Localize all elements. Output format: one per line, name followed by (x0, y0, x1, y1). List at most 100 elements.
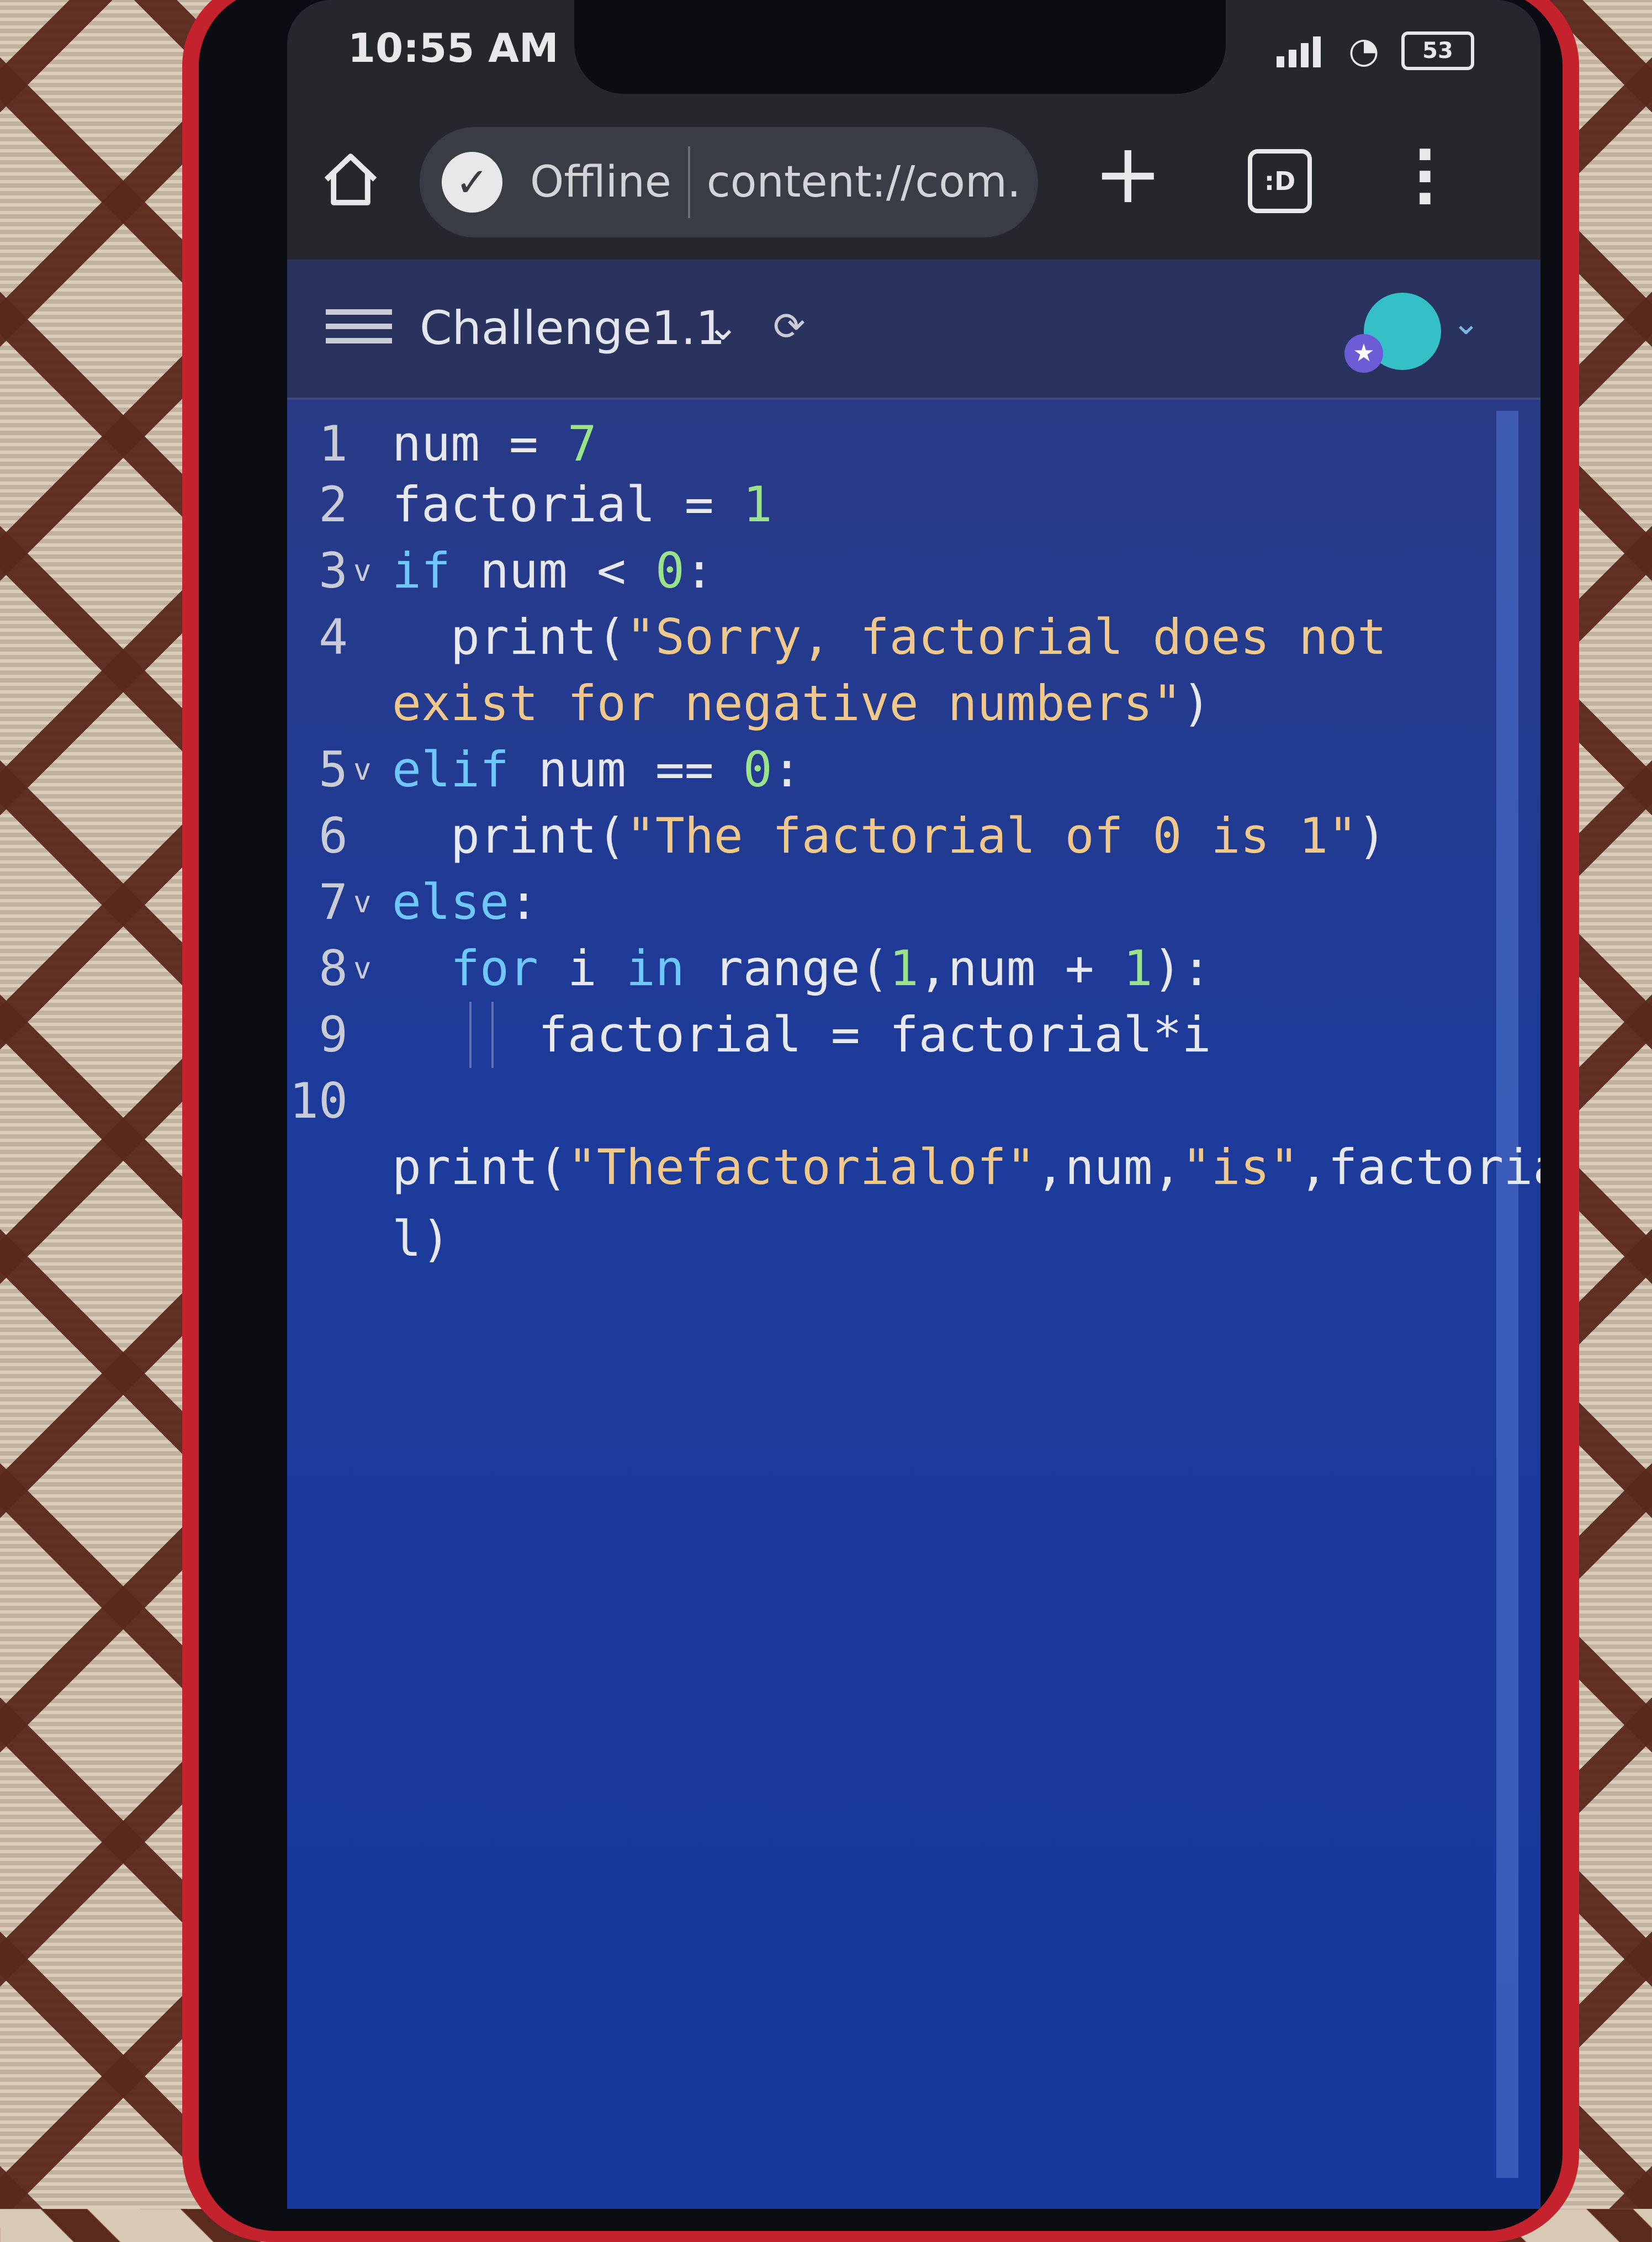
status-bar: 10:55 AM ◔ 53 (287, 0, 1540, 110)
hamburger-menu-icon[interactable] (326, 309, 392, 353)
line-number: 9 (319, 1006, 348, 1063)
code-text: print("The factorial of 0 is 1") (392, 803, 1386, 869)
code-token: = (479, 415, 568, 472)
code-text: num = 7 (392, 411, 597, 477)
code-token: , (1035, 1139, 1065, 1196)
fold-toggle-icon[interactable]: v (353, 538, 372, 604)
code-line[interactable]: 7 v else: (287, 869, 1540, 935)
code-line[interactable]: l) (287, 1206, 1540, 1272)
code-line[interactable]: 5 v elif num == 0: (287, 737, 1540, 803)
code-token: , (1299, 1139, 1328, 1196)
fold-toggle-icon[interactable]: v (353, 935, 372, 1002)
code-token: "is" (1182, 1139, 1299, 1196)
code-token: , (918, 940, 948, 997)
line-number: 10 (289, 1072, 348, 1129)
code-token: range (684, 940, 860, 997)
code-token: i (538, 940, 626, 997)
code-editor[interactable]: 1 num = 7 2 factorial = 1 3 v if num < 0: 4 pri… (287, 400, 1540, 2209)
battery-level: 53 (1422, 38, 1453, 64)
home-icon[interactable] (320, 149, 381, 210)
indent-guide (491, 1002, 494, 1068)
code-token: 1 (1123, 940, 1153, 997)
code-token: ): (1152, 940, 1211, 997)
code-line[interactable]: 2 factorial = 1 (287, 472, 1540, 538)
code-token: < (596, 542, 655, 599)
address-divider (687, 146, 690, 218)
code-token: + (1065, 940, 1124, 997)
code-token: : (509, 874, 538, 930)
code-line[interactable]: 9 factorial = factorial*i (287, 1002, 1540, 1068)
code-token: elif (392, 741, 509, 798)
code-token: factorial (538, 1006, 831, 1063)
line-number: 7 (319, 874, 348, 930)
more-vert-icon[interactable]: · · · (1413, 124, 1437, 229)
battery-icon: 53 (1401, 31, 1474, 70)
code-token: if (392, 542, 451, 599)
code-token: : (684, 542, 714, 599)
code-text: print("Sorry, factorial does not (392, 604, 1386, 670)
line-number: 2 (319, 476, 348, 533)
code-token: print (450, 807, 597, 864)
code-line[interactable]: 8v for i in range(1,num + 1): (287, 935, 1540, 1002)
line-number: 6 (319, 807, 348, 864)
code-token: num (509, 741, 655, 798)
plus-icon[interactable]: + (1093, 133, 1163, 215)
fold-toggle-icon[interactable]: v (353, 869, 372, 935)
url-text[interactable]: content://com. (707, 157, 1038, 207)
code-text: factorial = 1 (392, 472, 772, 538)
tab-switcher-label: :D (1264, 166, 1296, 196)
star-badge-icon: ★ (1344, 334, 1383, 373)
line-number: 1 (319, 415, 348, 472)
code-token: ( (596, 609, 626, 665)
code-token: num (450, 542, 597, 599)
code-line[interactable]: 3 v if num < 0: (287, 538, 1540, 604)
code-line[interactable]: print("Thefactorialof",num,"is",factoria (287, 1134, 1540, 1201)
code-token: num (947, 940, 1065, 997)
code-token: exist for negative numbers" (392, 675, 1182, 732)
code-text: factorial = factorial*i (392, 1002, 1211, 1068)
editor-app-bar: Challenge1.1 ⌄ ⟳ ★ ⌄ (287, 260, 1540, 400)
cloud-sync-icon[interactable]: ⟳ (773, 304, 806, 349)
line-number: 3 (319, 542, 348, 599)
code-token: for (450, 940, 538, 997)
code-token: ( (596, 807, 626, 864)
code-line[interactable]: exist for negative numbers") (287, 670, 1540, 737)
code-text: l) (392, 1206, 451, 1272)
code-line[interactable]: 1 num = 7 (287, 411, 1540, 477)
code-token: else (392, 874, 509, 930)
code-token: ) (421, 1210, 451, 1267)
code-line[interactable]: 4 print("Sorry, factorial does not (287, 604, 1540, 670)
line-number: 8 (319, 940, 348, 997)
code-token: 1 (743, 476, 772, 533)
offline-label: Offline (530, 157, 671, 207)
browser-toolbar: ✓ Offline content://com. + :D · · · (287, 110, 1540, 260)
code-token: "Sorry, factorial does not (626, 609, 1387, 665)
document-title[interactable]: Challenge1.1 (420, 301, 726, 355)
check-circle-icon: ✓ (442, 152, 502, 213)
code-token: factoria (1328, 1139, 1540, 1196)
code-token: in (626, 940, 685, 997)
code-token: "The factorial of 0 is 1" (626, 807, 1358, 864)
avatar-chevron-icon[interactable]: ⌄ (1452, 304, 1480, 342)
code-token: 0 (743, 741, 772, 798)
code-line[interactable]: 6 print("The factorial of 0 is 1") (287, 803, 1540, 869)
address-bar[interactable]: ✓ Offline content://com. (420, 127, 1038, 237)
chevron-down-icon[interactable]: ⌄ (707, 304, 739, 349)
code-token: == (655, 741, 743, 798)
code-text: if num < 0: (392, 538, 714, 604)
code-token: = (655, 476, 743, 533)
fold-toggle-icon[interactable]: v (353, 737, 372, 803)
code-text: print("Thefactorialof",num,"is",factoria (392, 1134, 1540, 1201)
code-token: 0 (655, 542, 685, 599)
code-token: ( (860, 940, 889, 997)
code-token: factorial (392, 476, 655, 533)
code-token: ) (1357, 807, 1387, 864)
code-token: ) (1182, 675, 1211, 732)
code-line[interactable]: 10 (287, 1068, 1540, 1134)
tab-switcher-icon[interactable]: :D (1248, 149, 1312, 213)
indent-guide (469, 1002, 472, 1068)
phone-screen: 10:55 AM ◔ 53 ✓ Offline content://com. +… (287, 0, 1540, 2209)
